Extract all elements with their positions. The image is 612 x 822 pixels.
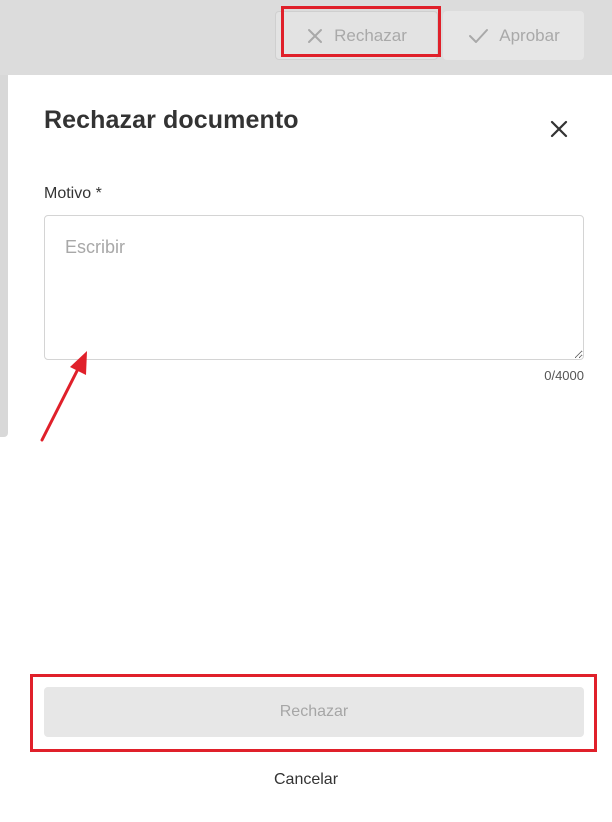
close-icon xyxy=(550,120,568,143)
check-icon xyxy=(467,27,489,45)
character-counter: 0/4000 xyxy=(544,368,584,383)
annotation-highlight-bottom xyxy=(30,674,597,752)
annotation-highlight-top xyxy=(281,6,441,57)
approve-button-label: Aprobar xyxy=(499,25,560,45)
reason-textarea[interactable] xyxy=(44,215,584,360)
close-dialog-button[interactable] xyxy=(545,117,573,145)
reason-label: Motivo * xyxy=(44,185,102,202)
cancel-button[interactable]: Cancelar xyxy=(0,771,612,789)
background-page-edge xyxy=(0,75,8,437)
dialog-title: Rechazar documento xyxy=(44,106,299,134)
approve-button[interactable]: Aprobar xyxy=(443,11,584,60)
